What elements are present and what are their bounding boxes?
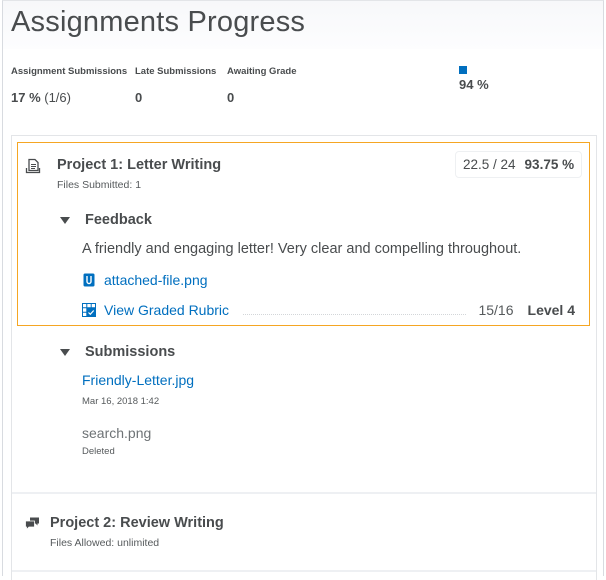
project-2-files-allowed: Files Allowed: unlimited: [50, 537, 160, 549]
project-2-title[interactable]: Project 2: Review Writing: [50, 515, 224, 531]
feedback-heading: Feedback: [85, 212, 152, 228]
rubric-grid-icon: [82, 303, 96, 317]
stat-value: 17 % (1/6): [11, 90, 71, 105]
project-1-percent: 93.75 %: [524, 157, 575, 172]
average-grade-indicator: 94 %: [459, 66, 489, 92]
deleted-submission-name: search.png: [82, 425, 152, 441]
rubric-level: Level 4: [527, 302, 575, 318]
attachment-row: attached-file.png: [82, 272, 208, 288]
project-1-files-submitted: Files Submitted: 1: [57, 179, 142, 191]
caret-down-icon: [60, 216, 70, 224]
divider: [12, 570, 596, 572]
project-1-title[interactable]: Project 1: Letter Writing: [57, 157, 221, 173]
discussion-icon: [25, 517, 39, 530]
page-title: Assignments Progress: [11, 6, 306, 38]
project-1-score-badge: 22.5 / 24 93.75 %: [455, 151, 583, 178]
stat-late-submissions: Late Submissions 0: [135, 66, 216, 105]
average-grade-value: 94 %: [459, 77, 489, 92]
rubric-row: View Graded Rubric 15/16 Level 4: [82, 302, 575, 318]
feedback-toggle[interactable]: Feedback: [60, 212, 152, 228]
stat-awaiting-grade: Awaiting Grade 0: [227, 66, 297, 105]
deleted-submission-status: Deleted: [82, 446, 115, 457]
document-submission-icon: [25, 158, 41, 174]
submission-date: Mar 16, 2018 1:42: [82, 396, 160, 407]
caret-down-icon: [60, 348, 70, 356]
view-graded-rubric-link[interactable]: View Graded Rubric: [104, 302, 229, 318]
submission-file-link[interactable]: Friendly-Letter.jpg: [82, 372, 194, 388]
average-grade-bar: [459, 66, 467, 74]
stat-assignment-submissions: Assignment Submissions 17 % (1/6): [11, 66, 127, 105]
stat-value: 0: [227, 90, 235, 105]
stat-value: 0: [135, 90, 143, 105]
stat-label: Late Submissions: [135, 66, 217, 77]
stat-label: Awaiting Grade: [227, 66, 297, 77]
submissions-toggle[interactable]: Submissions: [60, 344, 175, 360]
project-1-score: 22.5 / 24: [463, 157, 516, 172]
paperclip-attachment-icon: [83, 273, 95, 287]
divider: [12, 492, 596, 494]
dotted-leader: [243, 305, 467, 315]
attachment-link[interactable]: attached-file.png: [104, 272, 208, 288]
feedback-text: A friendly and engaging letter! Very cle…: [82, 241, 522, 257]
stat-label: Assignment Submissions: [11, 66, 128, 77]
submissions-heading: Submissions: [85, 344, 176, 360]
rubric-score: 15/16: [478, 302, 514, 318]
